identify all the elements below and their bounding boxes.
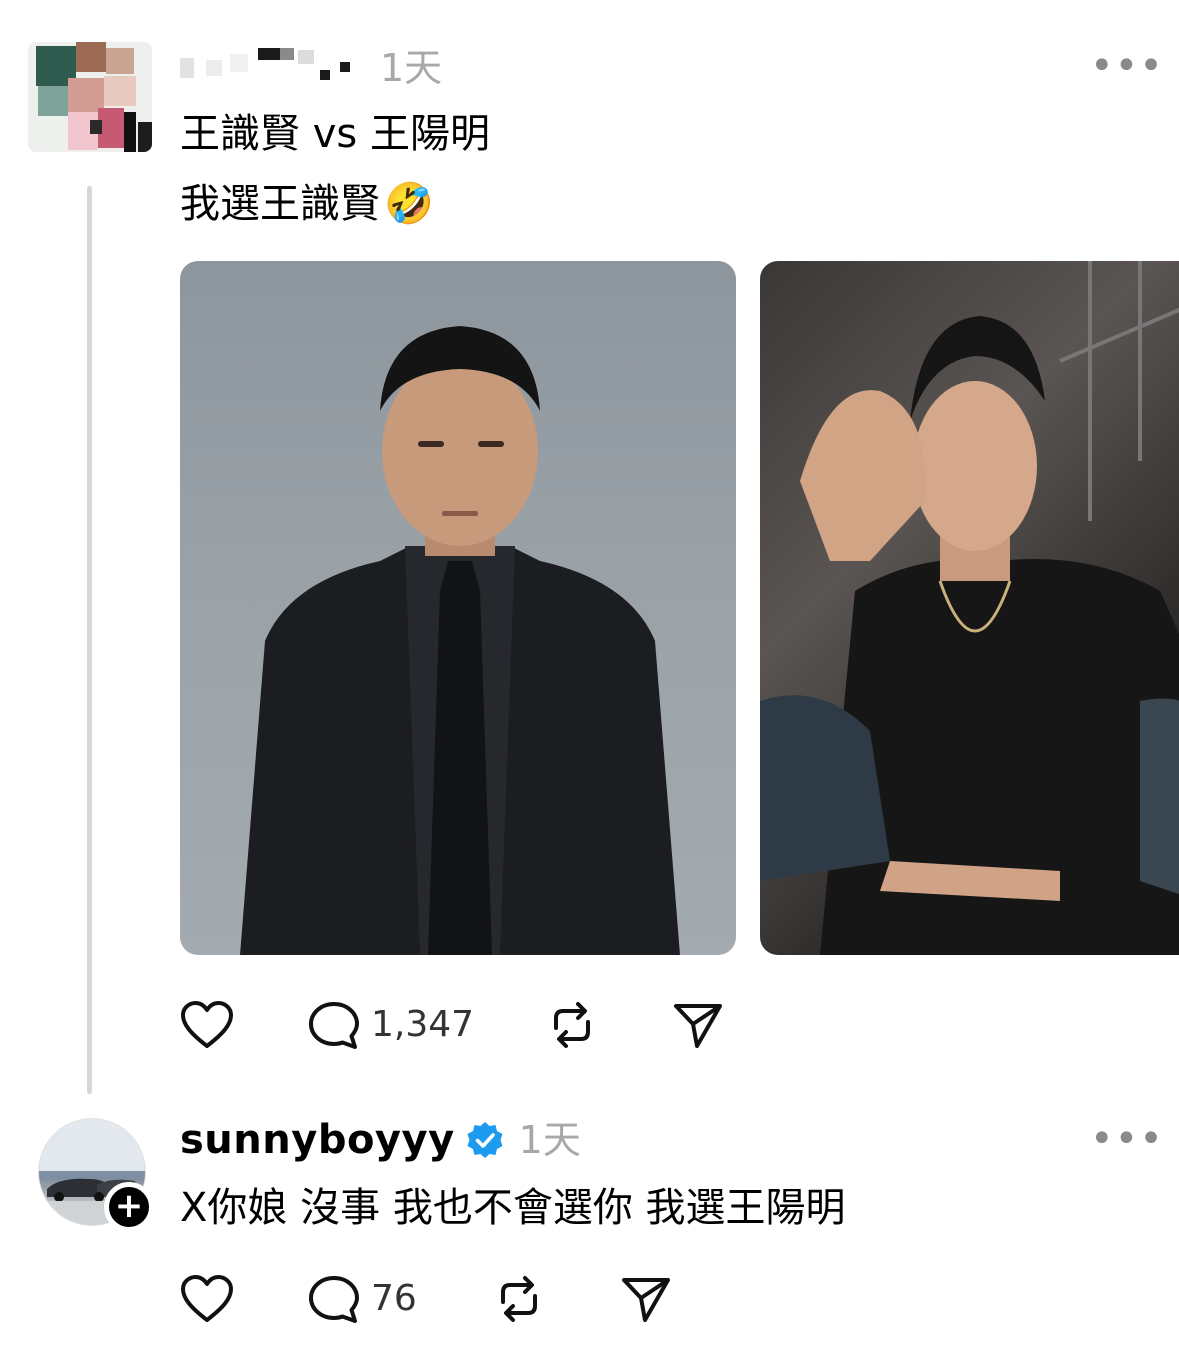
reply-text: X你娘 沒事 我也不會選你 我選王陽明 (180, 1185, 846, 1231)
heart-icon (181, 1275, 233, 1322)
author-name-pixelated[interactable] (180, 44, 370, 88)
post-text-line-2: 我選王識賢 🤣 (180, 180, 434, 228)
repost-icon (501, 1276, 537, 1322)
thread-line (87, 186, 92, 1094)
heart-icon (181, 1001, 233, 1048)
verified-badge-icon (467, 1122, 503, 1158)
comment-icon (309, 1276, 359, 1323)
reply-header: sunnyboyyy 1天 (180, 1116, 581, 1164)
comment-icon (309, 1002, 359, 1049)
repost-icon (554, 1002, 590, 1048)
more-options-icon[interactable]: ••• (1090, 46, 1164, 86)
follow-plus-button[interactable]: + (104, 1182, 154, 1232)
reply-button[interactable]: 1,347 (307, 1000, 474, 1050)
repost-button[interactable] (546, 1000, 598, 1050)
post-text-line-2-text: 我選王識賢 (180, 181, 380, 227)
reply-count: 1,347 (371, 1004, 475, 1045)
post-text-line-1: 王識賢 vs 王陽明 (180, 111, 490, 157)
reply-share-button[interactable] (620, 1274, 672, 1324)
post-image-1[interactable] (180, 261, 736, 955)
send-icon (622, 1278, 670, 1322)
plus-icon: + (114, 1186, 144, 1226)
reply-more-options-icon[interactable]: ••• (1090, 1119, 1164, 1159)
like-button[interactable] (180, 1000, 234, 1050)
reply-time: 1天 (518, 1118, 581, 1162)
reply-username[interactable]: sunnyboyyy (180, 1116, 455, 1164)
author-avatar-pixelated[interactable] (28, 42, 152, 152)
post-image-2[interactable] (760, 261, 1179, 955)
post-time: 1天 (380, 46, 443, 90)
share-button[interactable] (672, 1000, 724, 1050)
send-icon (674, 1004, 722, 1048)
reply-reply-count: 76 (371, 1278, 417, 1319)
reply-repost-button[interactable] (493, 1274, 545, 1324)
reply-reply-button[interactable]: 76 (307, 1274, 417, 1324)
rofl-emoji: 🤣 (384, 181, 434, 227)
reply-like-button[interactable] (180, 1274, 234, 1324)
